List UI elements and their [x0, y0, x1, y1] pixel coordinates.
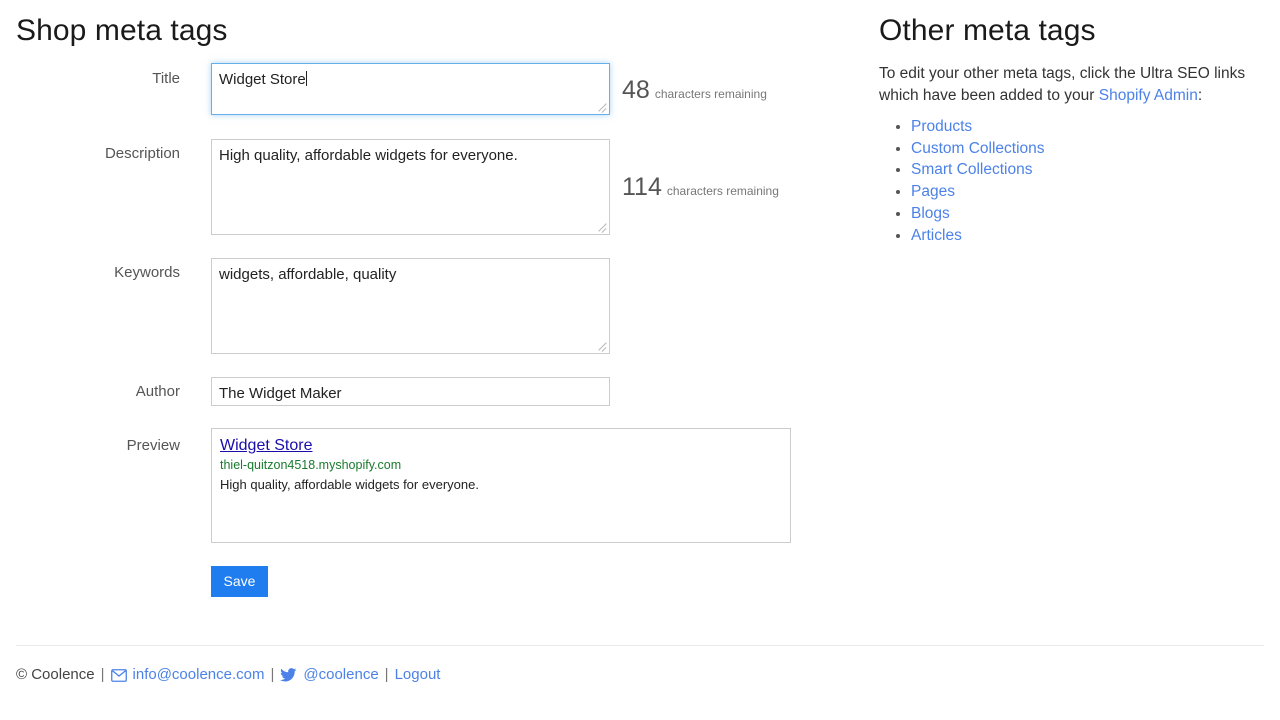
title-input-value: Widget Store — [219, 71, 306, 88]
description-char-counter: 114 characters remaining — [622, 175, 779, 200]
shop-meta-tags-page: Shop meta tags Title Widget Store 48 char… — [0, 0, 1280, 720]
save-button[interactable]: Save — [211, 566, 268, 597]
list-item[interactable]: Pages — [911, 181, 1271, 203]
other-meta-tags-intro: To edit your other meta tags, click the … — [879, 63, 1264, 107]
other-meta-tags-title: Other meta tags — [879, 16, 1096, 46]
shopify-admin-link[interactable]: Shopify Admin — [1099, 87, 1198, 104]
footer-twitter-link[interactable]: @coolence — [303, 665, 378, 685]
label-author: Author — [0, 384, 180, 399]
title-char-counter: 48 characters remaining — [622, 78, 767, 103]
author-input[interactable]: The Widget Maker — [211, 377, 610, 406]
envelope-icon — [111, 669, 127, 682]
page-title: Shop meta tags — [16, 16, 228, 46]
title-char-count: 48 — [622, 76, 650, 104]
title-char-label: characters remaining — [655, 87, 767, 101]
list-item[interactable]: Products — [911, 116, 1271, 138]
label-preview: Preview — [0, 438, 180, 453]
footer-separator: | — [385, 665, 389, 685]
list-item[interactable]: Articles — [911, 225, 1271, 247]
footer-divider — [16, 645, 1264, 646]
title-input[interactable]: Widget Store — [211, 63, 610, 115]
footer: © Coolence | info@coolence.com | @coolen… — [16, 665, 440, 685]
label-title: Title — [0, 71, 180, 86]
link-pages[interactable]: Pages — [911, 183, 955, 200]
link-smart-collections[interactable]: Smart Collections — [911, 161, 1032, 178]
list-item[interactable]: Smart Collections — [911, 159, 1271, 181]
description-input-value: High quality, affordable widgets for eve… — [219, 147, 518, 164]
serp-preview-box: Widget Store thiel-quitzon4518.myshopify… — [211, 428, 791, 543]
keywords-input[interactable]: widgets, affordable, quality — [211, 258, 610, 354]
footer-copyright: © Coolence — [16, 665, 95, 685]
resize-handle-icon[interactable] — [596, 101, 607, 112]
text-caret — [306, 71, 307, 86]
author-input-value: The Widget Maker — [219, 385, 342, 402]
description-char-count: 114 — [622, 173, 662, 201]
list-item[interactable]: Blogs — [911, 203, 1271, 225]
label-description: Description — [0, 146, 180, 161]
keywords-input-value: widgets, affordable, quality — [219, 266, 396, 283]
footer-email-link[interactable]: info@coolence.com — [133, 665, 265, 685]
description-char-label: characters remaining — [667, 184, 779, 198]
link-products[interactable]: Products — [911, 118, 972, 135]
resize-handle-icon[interactable] — [596, 340, 607, 351]
twitter-bird-icon — [280, 668, 297, 682]
resize-handle-icon[interactable] — [596, 221, 607, 232]
link-custom-collections[interactable]: Custom Collections — [911, 140, 1045, 157]
link-blogs[interactable]: Blogs — [911, 205, 950, 222]
footer-separator: | — [270, 665, 274, 685]
other-meta-tags-link-list: Products Custom Collections Smart Collec… — [879, 116, 1271, 246]
list-item[interactable]: Custom Collections — [911, 138, 1271, 160]
preview-title-link[interactable]: Widget Store — [220, 436, 782, 456]
footer-separator: | — [101, 665, 105, 685]
logout-link[interactable]: Logout — [395, 665, 441, 685]
intro-text-after: : — [1198, 87, 1202, 104]
label-keywords: Keywords — [0, 265, 180, 280]
description-input[interactable]: High quality, affordable widgets for eve… — [211, 139, 610, 235]
preview-description: High quality, affordable widgets for eve… — [220, 476, 782, 494]
preview-url: thiel-quitzon4518.myshopify.com — [220, 457, 782, 474]
link-articles[interactable]: Articles — [911, 227, 962, 244]
